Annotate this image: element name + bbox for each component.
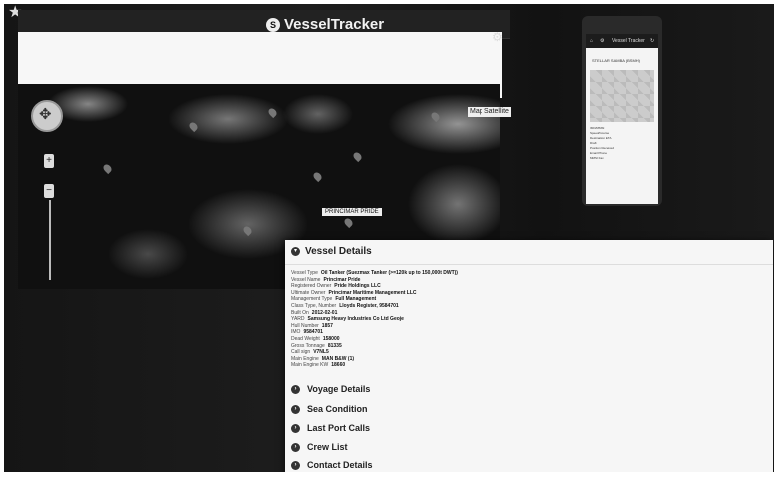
detail-label: Management Type xyxy=(291,296,333,303)
section-label: Sea Condition xyxy=(307,404,368,414)
section-label: Voyage Details xyxy=(307,384,371,394)
detail-label: Main Engine xyxy=(291,355,319,362)
phone-map[interactable] xyxy=(590,70,654,122)
detail-label: Built On xyxy=(291,309,309,316)
detail-value: Samsung Heavy Industries Co Ltd Geoje xyxy=(307,316,404,323)
detail-label: Vessel Type xyxy=(291,270,318,276)
detail-row: Dead Weight 158000 xyxy=(291,336,458,343)
detail-value: 9584701 xyxy=(303,329,323,336)
collapse-icon[interactable]: ▾ xyxy=(291,247,300,256)
pan-control[interactable] xyxy=(31,100,63,132)
vessel-details-title: Vessel Details xyxy=(305,246,372,257)
detail-value: 81335 xyxy=(327,342,342,349)
detail-label: Hull Number xyxy=(291,322,319,329)
section-label: Last Port Calls xyxy=(307,423,371,433)
detail-row: IMO 9584701 xyxy=(291,329,458,336)
vessel-details-panel: ▾ Vessel Details Vessel Type Oil Tanker (… xyxy=(285,240,773,472)
vessel-details-header[interactable]: ▾ Vessel Details xyxy=(285,240,773,265)
refresh-icon[interactable]: ↻ xyxy=(650,34,654,48)
map-type-satellite-button[interactable]: Satellite xyxy=(482,107,511,117)
section-last-port-calls[interactable]: › Last Port Calls xyxy=(291,421,761,437)
detail-value: Princimar Pride xyxy=(323,276,361,283)
phone-vessel-name: STELLAR SAMBA (BSMH) xyxy=(592,58,641,63)
phone-app-title: Vessel Tracker xyxy=(612,38,645,44)
detail-value: 158000 xyxy=(322,335,340,342)
expand-icon[interactable]: › xyxy=(291,443,300,452)
detail-value: 2012-02-01 xyxy=(311,309,338,316)
phone-info-list: IMO/MMSI Speed/Course Destination ETA Dr… xyxy=(590,126,654,161)
expand-icon[interactable]: › xyxy=(291,385,300,394)
zoom-slider[interactable] xyxy=(49,200,51,280)
detail-value: 18660 xyxy=(331,362,346,369)
gear-icon[interactable]: ⚙ xyxy=(492,30,503,44)
detail-value: Full Management xyxy=(335,296,377,303)
detail-value: Princimar Maritime Management LLC xyxy=(328,289,417,296)
detail-row: Built On 2012-02-01 xyxy=(291,310,458,317)
detail-row: Gross Tonnage 81335 xyxy=(291,343,458,350)
section-sea-condition[interactable]: › Sea Condition xyxy=(291,402,761,418)
detail-value: V7NL5 xyxy=(313,349,329,356)
detail-label: Vessel Name xyxy=(291,276,321,283)
home-icon[interactable]: ⌂ xyxy=(590,34,593,48)
vessel-marker-label[interactable]: PRINCIMAR PRIDE xyxy=(322,208,382,216)
detail-row: Call sign V7NL5 xyxy=(291,349,458,356)
app-title: VesselTracker xyxy=(284,16,385,33)
expand-icon[interactable]: › xyxy=(291,461,300,470)
detail-label: YARD xyxy=(291,316,305,323)
detail-row: Hull Number 1857 xyxy=(291,323,458,330)
section-voyage-details[interactable]: › Voyage Details xyxy=(291,382,761,398)
detail-row: Vessel Type Oil Tanker (Suezmax Tanker (>… xyxy=(291,270,458,277)
photo-frame: ★ S VesselTracker ⚙ + − Map Satellite PR… xyxy=(4,4,774,472)
detail-label: Dead Weight xyxy=(291,335,320,342)
zoom-out-button[interactable]: − xyxy=(44,184,54,198)
detail-label: Gross Tonnage xyxy=(291,342,325,349)
detail-value: Lloyds Register, 9584701 xyxy=(339,302,399,309)
detail-row: Class Type, Number Lloyds Register, 95847… xyxy=(291,303,458,310)
detail-label: Class Type, Number xyxy=(291,302,337,309)
app-logo-icon: S xyxy=(266,18,280,32)
detail-row: Vessel Name Princimar Pride xyxy=(291,277,458,284)
detail-row: Ultimate Owner Princimar Maritime Managem… xyxy=(291,290,458,297)
section-contact-details[interactable]: › Contact Details xyxy=(291,458,761,472)
expand-icon[interactable]: › xyxy=(291,405,300,414)
detail-label: Main Engine KW xyxy=(291,362,329,369)
detail-value: 1857 xyxy=(321,322,333,329)
detail-value: Oil Tanker (Suezmax Tanker (>=120k up to… xyxy=(320,270,458,276)
detail-row: Main Engine KW 18660 xyxy=(291,362,458,369)
zoom-in-button[interactable]: + xyxy=(44,154,54,168)
section-crew-list[interactable]: › Crew List xyxy=(291,440,761,456)
detail-row: Main Engine MAN B&W (1) xyxy=(291,356,458,363)
phone-app-bar: ⌂ ⚙ Vessel Tracker ↻ xyxy=(586,34,658,48)
detail-row: Registered Owner Pride Holdings LLC xyxy=(291,283,458,290)
section-label: Contact Details xyxy=(307,460,373,470)
detail-label: Call sign xyxy=(291,349,311,356)
vessel-details-list: Vessel Type Oil Tanker (Suezmax Tanker (>… xyxy=(291,270,458,369)
detail-row: YARD Samsung Heavy Industries Co Ltd Geoj… xyxy=(291,316,458,323)
detail-label: IMO xyxy=(291,329,301,336)
phone-device: ⌂ ⚙ Vessel Tracker ↻ STELLAR SAMBA (BSMH… xyxy=(582,16,662,206)
section-label: Crew List xyxy=(307,442,348,452)
gear-icon[interactable]: ⚙ xyxy=(600,34,604,48)
phone-row-label: MMSI Fax xyxy=(590,156,604,160)
detail-row: Management Type Full Management xyxy=(291,296,458,303)
expand-icon[interactable]: › xyxy=(291,424,300,433)
detail-value: MAN B&W (1) xyxy=(321,355,355,362)
detail-label: Registered Owner xyxy=(291,283,332,290)
detail-label: Ultimate Owner xyxy=(291,289,326,296)
detail-value: Pride Holdings LLC xyxy=(334,283,381,290)
phone-screen: ⌂ ⚙ Vessel Tracker ↻ STELLAR SAMBA (BSMH… xyxy=(586,34,658,204)
list-item: MMSI Fax xyxy=(590,156,654,161)
